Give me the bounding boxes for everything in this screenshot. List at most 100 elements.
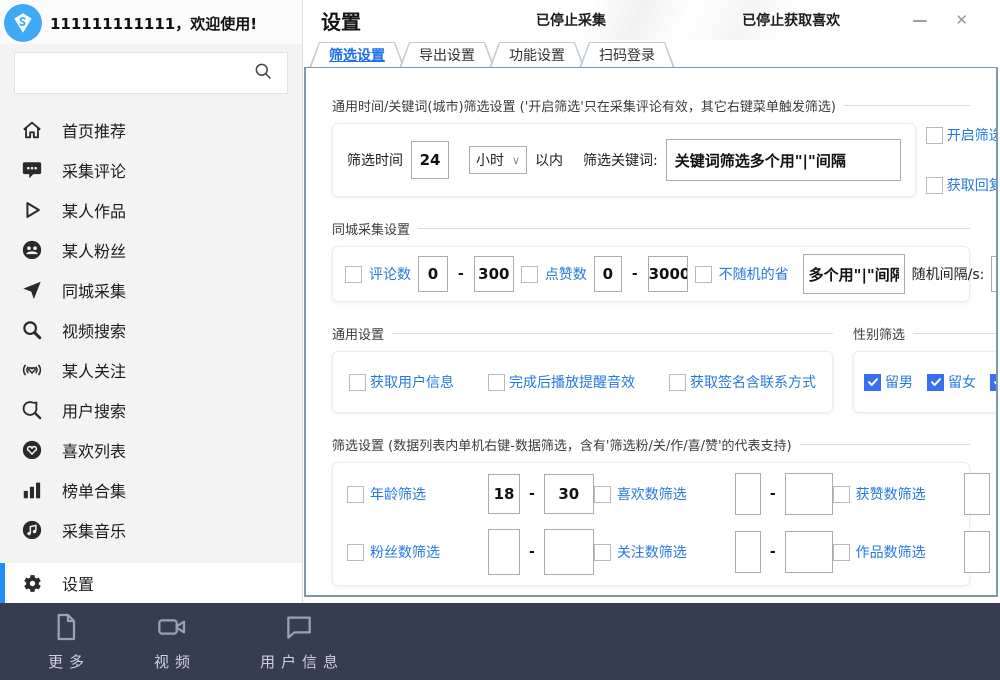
sidebar-item-label: 某人粉丝: [62, 238, 126, 262]
no-random-province-checkbox[interactable]: [695, 266, 712, 283]
within-label: 以内: [535, 150, 563, 170]
general-filter-side: 开启筛选 获取回复: [926, 123, 998, 197]
get-reply-label: 获取回复: [947, 175, 998, 195]
age-min-input[interactable]: [488, 474, 520, 514]
sidebar-search-box[interactable]: [14, 52, 288, 94]
sidebar-item-home[interactable]: 首页推荐: [0, 110, 302, 150]
signature-contact-label: 获取签名含联系方式: [690, 372, 816, 392]
tab-export-settings[interactable]: 导出设置: [399, 42, 495, 68]
message-icon: [283, 611, 315, 647]
sidebar-item-settings[interactable]: 设置: [0, 563, 302, 603]
fans-icon: [20, 238, 44, 262]
sidebar-item-works[interactable]: 某人作品: [0, 190, 302, 230]
collect-status: 已停止采集: [536, 10, 606, 30]
like-min-input[interactable]: [594, 256, 622, 292]
keep-female-option: 留女: [927, 372, 976, 392]
like-count-checkbox[interactable]: [521, 266, 538, 283]
following-filter-label: 关注数筛选: [617, 542, 687, 562]
received-likes-min-input[interactable]: [964, 473, 990, 515]
sidebar-item-music[interactable]: 采集音乐: [0, 510, 302, 550]
bottombar-item-video[interactable]: 视频: [148, 611, 196, 672]
sidebar-item-likes-list[interactable]: 喜欢列表: [0, 430, 302, 470]
close-button[interactable]: ✕: [941, 11, 982, 29]
group-general-settings: 通用设置 获取用户信息 完成后播放提醒音效 获取签名含联系方式: [332, 324, 833, 413]
get-reply-checkbox[interactable]: [926, 177, 943, 194]
group-general-filter: 通用时间/关键词(城市)筛选设置 ('开启筛选'只在采集评论有效，其它右键菜单触…: [332, 96, 970, 197]
likes-filter-checkbox[interactable]: [594, 486, 611, 503]
group-legend-row: 通用时间/关键词(城市)筛选设置 ('开启筛选'只在采集评论有效，其它右键菜单触…: [332, 96, 970, 115]
works-min-input[interactable]: [964, 531, 990, 573]
bar-chart-icon: [20, 478, 44, 502]
enable-filter-option: 开启筛选: [926, 125, 998, 145]
time-unit-select[interactable]: 小时 ∨: [469, 146, 527, 174]
keep-male-label: 留男: [885, 372, 913, 392]
filter-time-input[interactable]: [411, 141, 449, 179]
random-interval-input[interactable]: [991, 256, 998, 292]
range-separator: -: [455, 266, 467, 282]
bottombar-item-user-info[interactable]: 用户信息: [254, 611, 344, 672]
gear-icon: [20, 571, 44, 595]
bottombar-item-more[interactable]: 更多: [42, 611, 90, 672]
likes-filter-item: 喜欢数筛选 -: [594, 473, 833, 515]
group-city-collect: 同城采集设置 评论数 - 点赞数 - 不随机的省 随机间隔/s:: [332, 219, 970, 302]
like-count-label: 点赞数: [545, 264, 587, 284]
comment-max-input[interactable]: [474, 256, 514, 292]
sidebar-item-comments[interactable]: 采集评论: [0, 150, 302, 190]
tab-qr-login[interactable]: 扫码登录: [579, 42, 675, 68]
likes-max-input[interactable]: [785, 473, 833, 515]
sidebar-item-label: 某人关注: [62, 358, 126, 382]
filter-keyword-input[interactable]: [666, 139, 901, 181]
province-list-input[interactable]: [803, 254, 905, 294]
group-legend-row: 筛选设置 (数据列表内单机右键-数据筛选，含有'筛选粉/关/作/喜/赞'的代表支…: [332, 435, 970, 454]
comment-min-input[interactable]: [418, 256, 448, 292]
main-titlebar: 设置 已停止采集 已停止获取喜欢 — ✕: [303, 0, 1000, 40]
filter-time-label: 筛选时间: [347, 150, 403, 170]
tab-filter-settings[interactable]: 筛选设置: [309, 42, 405, 68]
sidebar-item-rankings[interactable]: 榜单合集: [0, 470, 302, 510]
get-user-info-label: 获取用户信息: [370, 372, 454, 392]
sidebar-item-follows[interactable]: 某人关注: [0, 350, 302, 390]
tab-function-settings[interactable]: 功能设置: [489, 42, 585, 68]
age-filter-label: 年龄筛选: [370, 484, 426, 504]
keep-female-checkbox[interactable]: [927, 374, 944, 391]
welcome-text: 111111111111，欢迎使用!: [50, 13, 257, 34]
sidebar-item-fans[interactable]: 某人粉丝: [0, 230, 302, 270]
general-settings-card: 获取用户信息 完成后播放提醒音效 获取签名含联系方式: [332, 351, 833, 413]
group-gender-filter: 性别筛选 留男 留女 其它: [853, 324, 998, 413]
range-separator: -: [767, 544, 779, 560]
fans-max-input[interactable]: [544, 529, 594, 575]
minimize-button[interactable]: —: [898, 11, 941, 29]
received-likes-filter-checkbox[interactable]: [833, 486, 850, 503]
range-separator: -: [767, 486, 779, 502]
search-icon: [20, 318, 44, 342]
range-separator: -: [526, 544, 538, 560]
play-sound-option: 完成后播放提醒音效: [488, 372, 635, 392]
keep-other-checkbox[interactable]: [990, 374, 998, 391]
following-min-input[interactable]: [735, 531, 761, 573]
search-input[interactable]: [29, 53, 253, 93]
enable-filter-checkbox[interactable]: [926, 127, 943, 144]
play-sound-checkbox[interactable]: [488, 374, 505, 391]
sidebar-item-label: 某人作品: [62, 198, 126, 222]
fans-filter-checkbox[interactable]: [347, 544, 364, 561]
sidebar-item-video-search[interactable]: 视频搜索: [0, 310, 302, 350]
following-filter-checkbox[interactable]: [594, 544, 611, 561]
works-filter-checkbox[interactable]: [833, 544, 850, 561]
fans-min-input[interactable]: [488, 529, 520, 575]
sidebar-item-city-collect[interactable]: 同城采集: [0, 270, 302, 310]
age-max-input[interactable]: [544, 474, 594, 514]
likes-min-input[interactable]: [735, 473, 761, 515]
signature-contact-checkbox[interactable]: [669, 374, 686, 391]
keep-male-checkbox[interactable]: [864, 374, 881, 391]
age-filter-checkbox[interactable]: [347, 486, 364, 503]
like-max-input[interactable]: [648, 256, 688, 292]
sidebar-item-user-search[interactable]: 用户搜索: [0, 390, 302, 430]
following-max-input[interactable]: [785, 531, 833, 573]
get-user-info-checkbox[interactable]: [349, 374, 366, 391]
sidebar-menu: 首页推荐 采集评论 某人作品 某人粉丝 同城采集 视频搜索 某人关注 用户搜索: [0, 110, 302, 550]
legend-line: [913, 333, 998, 334]
comment-count-checkbox[interactable]: [345, 266, 362, 283]
search-icon[interactable]: [253, 61, 273, 85]
tab-label: 扫码登录: [589, 45, 665, 65]
sidebar-item-label: 用户搜索: [62, 398, 126, 422]
